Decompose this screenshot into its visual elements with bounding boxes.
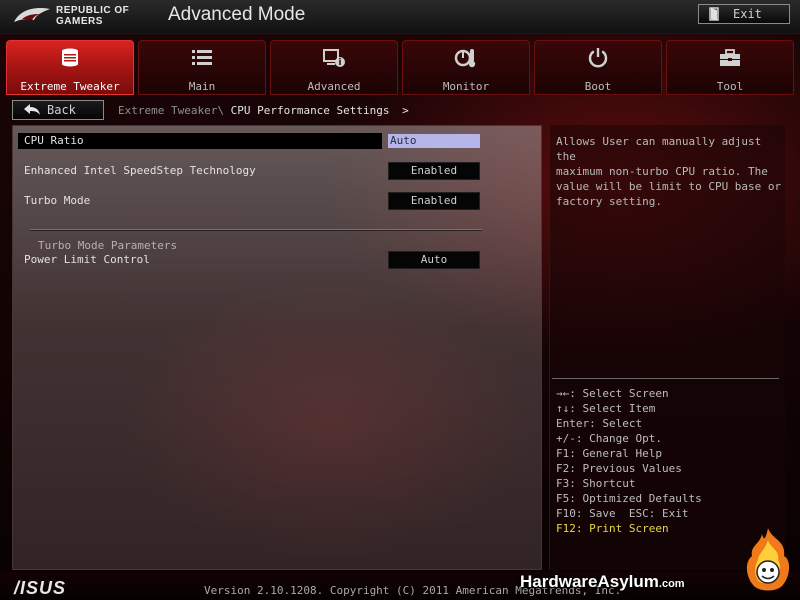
key-hint: +/-: Change Opt.	[556, 432, 662, 445]
key-hint: ↑↓: Select Item	[556, 402, 656, 415]
key-hint-highlight: F12: Print Screen	[556, 522, 669, 535]
breadcrumb-current: CPU Performance Settings	[230, 104, 390, 117]
breadcrumb-arrow-icon: >	[402, 104, 409, 117]
tab-label: Extreme Tweaker	[20, 80, 120, 93]
tab-tool[interactable]: Tool	[666, 40, 794, 95]
key-hint: F3: Shortcut	[556, 477, 636, 490]
key-hint: F10: Save ESC: Exit	[556, 507, 689, 520]
tab-label: Boot	[584, 80, 612, 93]
tab-label: Monitor	[442, 80, 490, 93]
rog-eye-icon	[14, 8, 50, 22]
cpu-ratio-input[interactable]: Auto	[388, 134, 480, 148]
cpu-cooler-icon	[62, 48, 78, 67]
setting-label: Power Limit Control	[24, 253, 150, 266]
back-button[interactable]: Back	[12, 100, 104, 120]
setting-turbo-mode[interactable]: Turbo Mode Enabled	[24, 192, 480, 210]
setting-label: Enhanced Intel SpeedStep Technology	[24, 164, 256, 177]
key-hint: F1: General Help	[556, 447, 662, 460]
setting-label: CPU Ratio	[24, 134, 84, 147]
turbo-mode-select[interactable]: Enabled	[388, 192, 480, 210]
thermometer-icon	[454, 49, 476, 68]
speedstep-select[interactable]: Enabled	[388, 162, 480, 180]
exit-label: Exit	[733, 7, 762, 21]
key-legend: →←: Select Screen ↑↓: Select Item Enter:…	[556, 386, 702, 536]
key-hint: →←: Select Screen	[556, 387, 669, 400]
help-description: Allows User can manually adjust the maxi…	[556, 135, 782, 208]
list-icon	[192, 50, 212, 65]
key-hint: Enter: Select	[556, 417, 643, 430]
toolbox-icon	[720, 49, 740, 66]
section-divider	[30, 229, 482, 231]
watermark-suffix: .com	[658, 578, 685, 590]
exit-door-icon	[709, 7, 719, 21]
setting-power-limit-control[interactable]: Power Limit Control Auto	[24, 251, 480, 269]
tab-advanced[interactable]: Advanced	[270, 40, 398, 95]
setting-cpu-ratio[interactable]: CPU Ratio Auto	[18, 133, 480, 151]
back-label: Back	[47, 103, 76, 117]
exit-button[interactable]: Exit	[698, 4, 790, 24]
tab-monitor[interactable]: Monitor	[402, 40, 530, 95]
setting-speedstep[interactable]: Enhanced Intel SpeedStep Technology Enab…	[24, 162, 480, 180]
asus-logo: /ISUS	[14, 578, 67, 598]
tab-boot[interactable]: Boot	[534, 40, 662, 95]
tab-main[interactable]: Main	[138, 40, 266, 95]
breadcrumb: Extreme Tweaker\ CPU Performance Setting…	[118, 104, 409, 117]
key-hint: F2: Previous Values	[556, 462, 682, 475]
help-divider	[552, 378, 779, 379]
breadcrumb-parent[interactable]: Extreme Tweaker\	[118, 104, 224, 117]
power-icon	[588, 48, 608, 68]
tab-label: Advanced	[307, 80, 361, 93]
tab-label: Tool	[716, 80, 744, 93]
setting-label: Turbo Mode	[24, 194, 91, 207]
back-arrow-icon	[24, 104, 40, 115]
page-title: Advanced Mode	[168, 4, 306, 25]
flame-mascot-icon	[746, 528, 790, 591]
tab-label: Main	[188, 80, 216, 93]
rog-brand-text: REPUBLIC OF GAMERS	[56, 5, 130, 27]
settings-info-icon	[323, 49, 345, 67]
key-hint: F5: Optimized Defaults	[556, 492, 702, 505]
tab-extreme-tweaker[interactable]: Extreme Tweaker	[6, 40, 134, 95]
watermark-main: HardwareAsylum	[520, 572, 659, 591]
watermark-text: HardwareAsylum.com	[520, 572, 685, 592]
rog-logo: REPUBLIC OF GAMERS	[12, 3, 150, 29]
power-limit-select[interactable]: Auto	[388, 251, 480, 269]
